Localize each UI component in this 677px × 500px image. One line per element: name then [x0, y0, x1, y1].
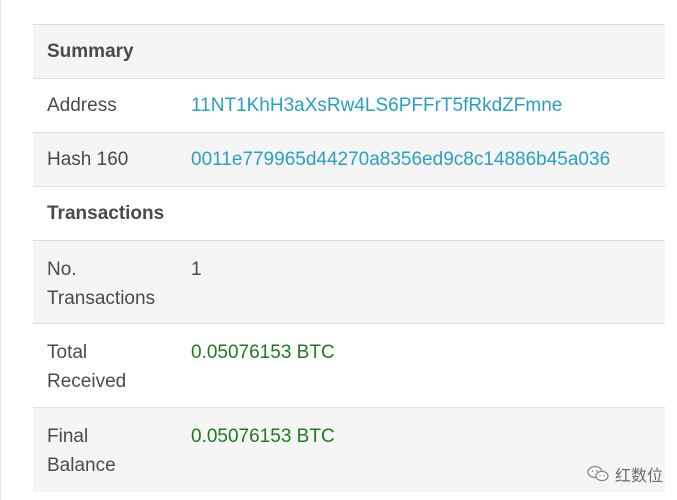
- no-transactions-label-line1: No.: [47, 259, 77, 280]
- total-received-value: 0.05076153 BTC: [191, 342, 335, 363]
- wechat-icon: [587, 465, 609, 482]
- address-summary-table: Summary Address 11NT1KhH3aXsRw4LS6PFFrT5…: [33, 24, 665, 492]
- final-balance-value: 0.05076153 BTC: [191, 426, 335, 447]
- no-transactions-label: No. Transactions: [33, 241, 191, 313]
- watermark-text: 红数位: [614, 468, 663, 485]
- left-divider: [0, 0, 1, 500]
- no-transactions-label-line2: Transactions: [47, 288, 156, 309]
- final-balance-label-line2: Balance: [47, 455, 116, 476]
- summary-header-row: Summary: [33, 25, 665, 79]
- address-link[interactable]: 11NT1KhH3aXsRw4LS6PFFrT5fRkdZFmne: [191, 91, 665, 120]
- address-label: Address: [47, 95, 117, 116]
- no-transactions-row: No. Transactions 1: [33, 241, 665, 324]
- final-balance-label-line1: Final: [47, 426, 89, 447]
- final-balance-label: Final Balance: [33, 408, 191, 480]
- transactions-heading: Transactions: [47, 202, 165, 224]
- total-received-label-line1: Total: [47, 342, 88, 363]
- final-balance-row: Final Balance 0.05076153 BTC: [33, 408, 665, 492]
- total-received-label: Total Received: [33, 324, 191, 396]
- no-transactions-value: 1: [191, 259, 202, 280]
- hash160-label: Hash 160: [47, 149, 129, 170]
- transactions-header-row: Transactions: [33, 187, 665, 241]
- hash160-link[interactable]: 0011e779965d44270a8356ed9c8c14886b45a036: [191, 145, 665, 174]
- total-received-row: Total Received 0.05076153 BTC: [33, 324, 665, 408]
- total-received-label-line2: Received: [47, 371, 127, 392]
- hash160-row: Hash 160 0011e779965d44270a8356ed9c8c148…: [33, 133, 665, 187]
- summary-heading: Summary: [47, 40, 134, 62]
- address-row: Address 11NT1KhH3aXsRw4LS6PFFrT5fRkdZFmn…: [33, 79, 665, 133]
- watermark: 红数位: [587, 462, 663, 486]
